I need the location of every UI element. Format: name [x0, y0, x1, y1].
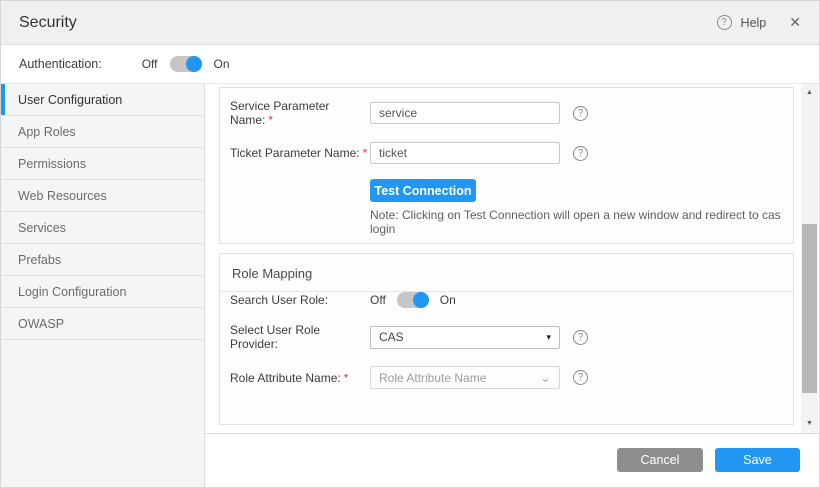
connection-panel: Service Parameter Name:* ? Ticket Parame… [219, 87, 794, 244]
content-area: Service Parameter Name:* ? Ticket Parame… [205, 84, 819, 488]
authentication-toggle[interactable] [170, 56, 202, 72]
scrollbar-thumb[interactable] [802, 224, 817, 393]
user-role-provider-select[interactable]: CAS ▾ [370, 326, 560, 349]
sidebar-item-login-configuration[interactable]: Login Configuration [1, 276, 204, 308]
authentication-on-label: On [214, 57, 230, 71]
cancel-button[interactable]: Cancel [617, 448, 703, 472]
label-text: Ticket Parameter Name: [230, 146, 360, 160]
help-icon[interactable]: ? [573, 330, 588, 345]
help-icon[interactable]: ? [573, 106, 588, 121]
ticket-parameter-row: Ticket Parameter Name:* ? [220, 142, 793, 164]
help-icon[interactable]: ? [573, 370, 588, 385]
role-mapping-title: Role Mapping [220, 254, 793, 292]
sidebar: User Configuration App Roles Permissions… [1, 84, 205, 488]
help-icon[interactable]: ? [573, 146, 588, 161]
toggle-knob [413, 292, 429, 308]
search-user-role-on-label: On [440, 293, 456, 307]
help-icon[interactable]: ? [717, 15, 732, 30]
label-text: Service Parameter Name: [230, 99, 329, 127]
label-text: Role Attribute Name: [230, 371, 341, 385]
role-mapping-panel: Role Mapping Search User Role: Off On Se… [219, 253, 794, 425]
security-dialog: Security ? Help ✕ Authentication: Off On… [0, 0, 820, 488]
search-user-role-row: Search User Role: Off On [220, 292, 793, 308]
sidebar-item-owasp[interactable]: OWASP [1, 308, 204, 340]
ticket-parameter-input[interactable] [370, 142, 560, 164]
help-link[interactable]: Help [741, 16, 767, 30]
service-parameter-input[interactable] [370, 102, 560, 124]
vertical-scrollbar[interactable]: ▲ ▼ [801, 84, 818, 433]
close-icon[interactable]: ✕ [789, 14, 801, 31]
required-marker: * [268, 113, 273, 127]
sidebar-item-user-configuration[interactable]: User Configuration [1, 84, 204, 116]
sidebar-item-app-roles[interactable]: App Roles [1, 116, 204, 148]
toggle-knob [186, 56, 202, 72]
test-connection-button[interactable]: Test Connection [370, 179, 476, 202]
test-connection-row: Test Connection [220, 179, 793, 202]
search-user-role-off-label: Off [370, 293, 386, 307]
search-user-role-label: Search User Role: [230, 293, 370, 307]
save-button[interactable]: Save [715, 448, 800, 472]
scroll-up-icon[interactable]: ▲ [801, 86, 818, 100]
test-connection-note: Note: Clicking on Test Connection will o… [220, 208, 793, 236]
sidebar-item-prefabs[interactable]: Prefabs [1, 244, 204, 276]
authentication-off-label: Off [142, 57, 158, 71]
scroll-down-icon[interactable]: ▼ [801, 417, 818, 431]
authentication-row: Authentication: Off On [1, 45, 819, 84]
role-attribute-placeholder: Role Attribute Name [379, 371, 486, 385]
required-marker: * [363, 146, 368, 160]
authentication-label: Authentication: [19, 57, 102, 71]
search-user-role-toggle-group: Off On [370, 292, 456, 308]
role-attribute-row: Role Attribute Name:* Role Attribute Nam… [220, 366, 793, 389]
page-title: Security [19, 14, 77, 32]
search-user-role-toggle[interactable] [397, 292, 429, 308]
dialog-header: Security ? Help ✕ [1, 1, 819, 45]
user-role-provider-row: Select User Role Provider: CAS ▾ ? [220, 323, 793, 351]
chevron-down-icon: ⌄ [540, 373, 551, 383]
sidebar-item-web-resources[interactable]: Web Resources [1, 180, 204, 212]
required-marker: * [344, 371, 349, 385]
ticket-parameter-label: Ticket Parameter Name:* [230, 146, 370, 160]
sidebar-item-permissions[interactable]: Permissions [1, 148, 204, 180]
header-actions: ? Help ✕ [717, 14, 801, 31]
role-attribute-combobox[interactable]: Role Attribute Name ⌄ [370, 366, 560, 389]
dialog-footer: Cancel Save [205, 433, 819, 488]
dialog-body: User Configuration App Roles Permissions… [1, 84, 819, 488]
sidebar-item-services[interactable]: Services [1, 212, 204, 244]
role-attribute-label: Role Attribute Name:* [230, 371, 370, 385]
user-role-provider-label: Select User Role Provider: [230, 323, 370, 351]
scroll-area: Service Parameter Name:* ? Ticket Parame… [205, 84, 819, 433]
dropdown-caret-icon: ▾ [546, 332, 551, 343]
selected-provider: CAS [379, 330, 404, 344]
service-parameter-label: Service Parameter Name:* [230, 99, 370, 127]
service-parameter-row: Service Parameter Name:* ? [220, 99, 793, 127]
